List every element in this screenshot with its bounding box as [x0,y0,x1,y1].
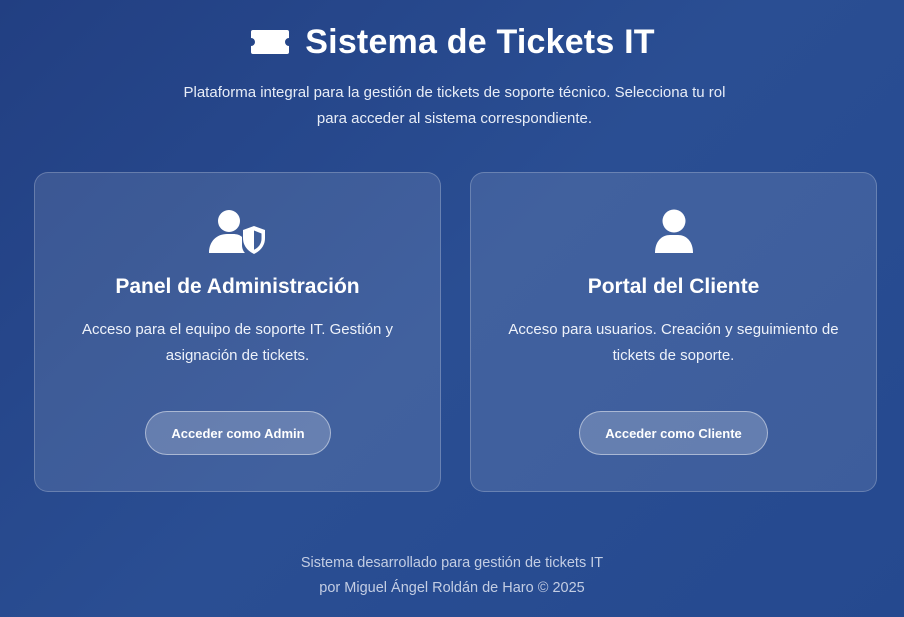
admin-card-title: Panel de Administración [115,275,360,298]
client-card-title: Portal del Cliente [587,275,760,298]
footer-line-1: Sistema desarrollado para gestión de tic… [300,555,604,571]
footer-line-2: por Miguel Ángel Roldán de Haro © 2025 [319,580,585,596]
client-card-description: Acceso para usuarios. Creación y seguimi… [508,321,839,364]
page-title: Sistema de Tickets IT [305,22,655,61]
page-footer: Sistema desarrollado para gestión de tic… [0,551,904,601]
client-login-button[interactable]: Acceder como Cliente [579,411,768,455]
ticket-icon [249,28,291,56]
user-shield-icon [35,209,440,255]
page-header: Sistema de Tickets IT [0,20,904,64]
admin-card: Panel de Administración Acceso para el e… [34,172,441,492]
admin-login-button[interactable]: Acceder como Admin [145,411,331,455]
page-subtitle: Plataforma integral para la gestión de t… [183,84,726,127]
user-icon [471,209,876,255]
client-card: Portal del Cliente Acceso para usuarios.… [470,172,877,492]
admin-card-description: Acceso para el equipo de soporte IT. Ges… [81,321,393,364]
title-row: Sistema de Tickets IT [0,20,904,64]
